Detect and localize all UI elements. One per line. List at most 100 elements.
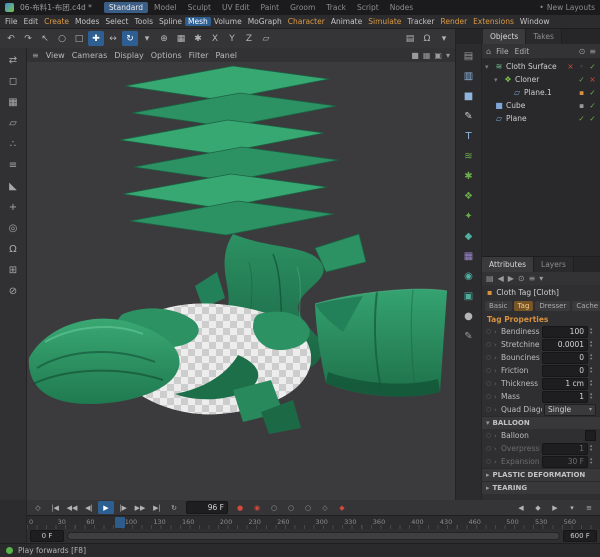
object-mark[interactable]: ✓ bbox=[577, 75, 586, 84]
render-view-icon[interactable]: ▦ bbox=[173, 31, 189, 46]
expand-chevron-icon[interactable] bbox=[494, 393, 499, 401]
spinner-arrows-icon[interactable] bbox=[590, 445, 596, 453]
menu-item[interactable]: Extensions bbox=[470, 17, 517, 26]
keyframe-dot-icon[interactable] bbox=[486, 380, 492, 387]
environment-icon[interactable]: ◉ bbox=[459, 268, 478, 285]
next-key-nav-icon[interactable]: ▶ bbox=[547, 501, 563, 514]
property-value-field[interactable]: 30 F bbox=[542, 456, 588, 468]
grid-view-icon[interactable]: ▦ bbox=[423, 51, 431, 60]
range-start-field[interactable]: 0 F bbox=[30, 530, 64, 542]
object-mark[interactable]: ✓ bbox=[588, 62, 597, 71]
keyframe-mode-icon[interactable]: ◇ bbox=[30, 501, 46, 514]
layout-tab[interactable]: Track bbox=[321, 2, 351, 13]
lock-icon[interactable]: ⊘ bbox=[3, 282, 24, 301]
object-mark[interactable]: ✓ bbox=[588, 101, 597, 110]
expand-caret[interactable]: ▾ bbox=[494, 76, 501, 84]
spinner-arrows-icon[interactable] bbox=[590, 328, 596, 336]
menu-item[interactable]: MoGraph bbox=[245, 17, 285, 26]
brush-icon[interactable]: ✎ bbox=[459, 328, 478, 345]
quantize-icon[interactable]: ⊞ bbox=[3, 261, 24, 280]
key-icon[interactable]: ◆ bbox=[530, 501, 546, 514]
keyframe-dot-icon[interactable] bbox=[486, 445, 492, 452]
cube-primitive-icon[interactable]: ■ bbox=[459, 88, 478, 105]
menu-item[interactable]: Simulate bbox=[365, 17, 404, 26]
record-button[interactable]: ● bbox=[232, 501, 248, 514]
axis-x-lock[interactable]: X bbox=[207, 31, 223, 46]
menu-item[interactable]: Volume bbox=[211, 17, 245, 26]
property-value-field[interactable]: 100 bbox=[542, 326, 588, 338]
keyframe-dot-icon[interactable] bbox=[486, 458, 492, 465]
object-menu-item[interactable]: Edit bbox=[515, 47, 530, 56]
property-value-field[interactable]: 0.0001 bbox=[542, 339, 588, 351]
expand-chevron-icon[interactable] bbox=[494, 458, 499, 466]
volume-icon[interactable]: ◆ bbox=[459, 228, 478, 245]
prev-key-nav-icon[interactable]: ◀ bbox=[513, 501, 529, 514]
simulation-icon[interactable]: ❖ bbox=[459, 188, 478, 205]
keyframe-dot-icon[interactable] bbox=[486, 432, 492, 439]
spinner-arrows-icon[interactable] bbox=[590, 367, 596, 375]
workplane-mode-icon[interactable]: ▱ bbox=[3, 114, 24, 133]
axis-y-lock[interactable]: Y bbox=[224, 31, 240, 46]
menu-item[interactable]: Edit bbox=[21, 17, 42, 26]
viewport-menu-item[interactable]: Options bbox=[151, 51, 182, 60]
keyframe-dot-icon[interactable] bbox=[486, 341, 492, 348]
menu-item[interactable]: File bbox=[2, 17, 21, 26]
attr-menu-icon[interactable]: ▾ bbox=[539, 274, 543, 283]
object-mark[interactable]: ✓ bbox=[588, 88, 597, 97]
autokey-button[interactable]: ◉ bbox=[249, 501, 265, 514]
timeline-options-icon[interactable]: ▾ bbox=[564, 501, 580, 514]
layout-tab[interactable]: Script bbox=[352, 2, 384, 13]
rotate-tool-icon[interactable]: ↻ bbox=[122, 31, 138, 46]
property-value-field[interactable]: 1 bbox=[542, 391, 588, 403]
last-tool-icon[interactable]: ▾ bbox=[139, 31, 155, 46]
enable-axis-icon[interactable]: + bbox=[3, 198, 24, 217]
layout-tab[interactable]: Nodes bbox=[385, 2, 418, 13]
expand-chevron-icon[interactable] bbox=[494, 445, 499, 453]
select-arrow-icon[interactable]: ↖ bbox=[37, 31, 53, 46]
viewport-menu-icon[interactable]: ≡ bbox=[32, 51, 39, 60]
collapsed-group-header[interactable]: ▸ TEARING bbox=[482, 481, 600, 494]
new-view-icon[interactable]: ▥ bbox=[459, 68, 478, 85]
property-value-field[interactable]: 0 bbox=[542, 352, 588, 364]
next-key-icon[interactable]: ▶▶ bbox=[132, 501, 148, 514]
edges-mode-icon[interactable]: ≡ bbox=[3, 156, 24, 175]
cloth-icon[interactable]: ≋ bbox=[459, 148, 478, 165]
property-checkbox[interactable] bbox=[585, 430, 596, 441]
object-label[interactable]: Cloth Surface bbox=[506, 62, 564, 71]
snap-toggle-icon[interactable]: Ω bbox=[3, 240, 24, 259]
property-dropdown[interactable]: Single bbox=[544, 404, 596, 416]
model-mode-icon[interactable]: ◻ bbox=[3, 72, 24, 91]
menu-item[interactable]: Select bbox=[102, 17, 131, 26]
balloon-group-header[interactable]: ▾ BALLOON bbox=[482, 416, 600, 429]
menu-item[interactable]: Mesh bbox=[185, 17, 211, 26]
record-parameter-icon[interactable]: ◇ bbox=[317, 501, 333, 514]
panel-tab[interactable]: Takes bbox=[526, 29, 562, 44]
layout-tab[interactable]: Groom bbox=[285, 2, 320, 13]
workplane-icon[interactable]: ▱ bbox=[258, 31, 274, 46]
toolbar-menu-icon[interactable]: ▾ bbox=[436, 31, 452, 46]
menu-item[interactable]: Render bbox=[437, 17, 470, 26]
move-tool-icon[interactable]: ✚ bbox=[88, 31, 104, 46]
record-position-icon[interactable]: ○ bbox=[266, 501, 282, 514]
timeline-scrollbar-thumb[interactable] bbox=[68, 533, 559, 539]
history-back-icon[interactable]: ◀ bbox=[498, 274, 504, 283]
record-rotation-icon[interactable]: ○ bbox=[300, 501, 316, 514]
viewport-menu-item[interactable]: Filter bbox=[189, 51, 209, 60]
spinner-arrows-icon[interactable] bbox=[590, 354, 596, 362]
viewport-menu-item[interactable]: Cameras bbox=[72, 51, 108, 60]
expand-chevron-icon[interactable] bbox=[494, 328, 499, 336]
playhead[interactable] bbox=[115, 517, 125, 528]
viewport-menu-item[interactable]: Display bbox=[114, 51, 144, 60]
object-label[interactable]: Cube bbox=[506, 101, 575, 110]
menu-item[interactable]: Window bbox=[517, 17, 553, 26]
material-icon[interactable]: ● bbox=[459, 308, 478, 325]
object-row[interactable]: ▱ Plane ✓ ✓ bbox=[482, 112, 600, 125]
loop-icon[interactable]: ↻ bbox=[166, 501, 182, 514]
viewport-solo-icon[interactable]: ◎ bbox=[3, 219, 24, 238]
cube-view-icon[interactable]: ■ bbox=[411, 51, 419, 60]
snap-icon[interactable]: Ω bbox=[419, 31, 435, 46]
property-value-field[interactable]: 1 bbox=[542, 443, 588, 455]
menu-item[interactable]: Modes bbox=[72, 17, 102, 26]
object-mark[interactable]: ◦ bbox=[577, 62, 586, 71]
spinner-arrows-icon[interactable] bbox=[590, 393, 596, 401]
